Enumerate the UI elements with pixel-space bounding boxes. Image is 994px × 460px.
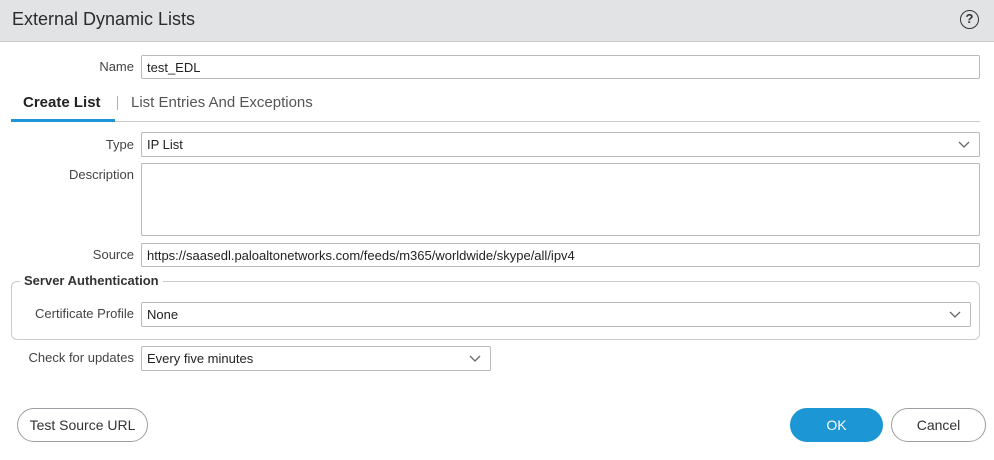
server-authentication-legend: Server Authentication: [20, 273, 163, 289]
ok-button[interactable]: OK: [790, 408, 883, 442]
active-tab-indicator: [11, 119, 115, 122]
check-for-updates-value: Every five minutes: [147, 351, 254, 366]
check-for-updates-label: Check for updates: [28, 350, 134, 365]
tab-separator: [117, 96, 118, 110]
check-for-updates-select[interactable]: Every five minutes: [141, 346, 491, 371]
cancel-button[interactable]: Cancel: [891, 408, 986, 442]
description-label: Description: [68, 167, 134, 182]
description-textarea[interactable]: [141, 163, 980, 236]
type-select-value: IP List: [147, 137, 183, 152]
tab-list-entries-and-exceptions[interactable]: List Entries And Exceptions: [131, 94, 313, 112]
type-label: Type: [105, 137, 134, 152]
chevron-down-icon: [957, 137, 971, 151]
name-label: Name: [99, 59, 134, 74]
source-label: Source: [92, 247, 134, 262]
certificate-profile-value: None: [147, 307, 179, 322]
tabs-divider: [11, 121, 980, 122]
help-icon[interactable]: ?: [960, 10, 979, 29]
chevron-down-icon: [948, 307, 962, 321]
source-url-input[interactable]: [141, 243, 980, 267]
type-select[interactable]: IP List: [141, 132, 980, 157]
name-input[interactable]: [141, 55, 980, 79]
dialog-titlebar: External Dynamic Lists ?: [0, 0, 994, 42]
certificate-profile-select[interactable]: None: [141, 302, 971, 327]
tab-create-list[interactable]: Create List: [23, 94, 101, 112]
certificate-profile-label: Certificate Profile: [35, 306, 134, 321]
chevron-down-icon: [468, 351, 482, 365]
dialog-title: External Dynamic Lists: [12, 9, 196, 29]
test-source-url-button[interactable]: Test Source URL: [17, 408, 148, 442]
